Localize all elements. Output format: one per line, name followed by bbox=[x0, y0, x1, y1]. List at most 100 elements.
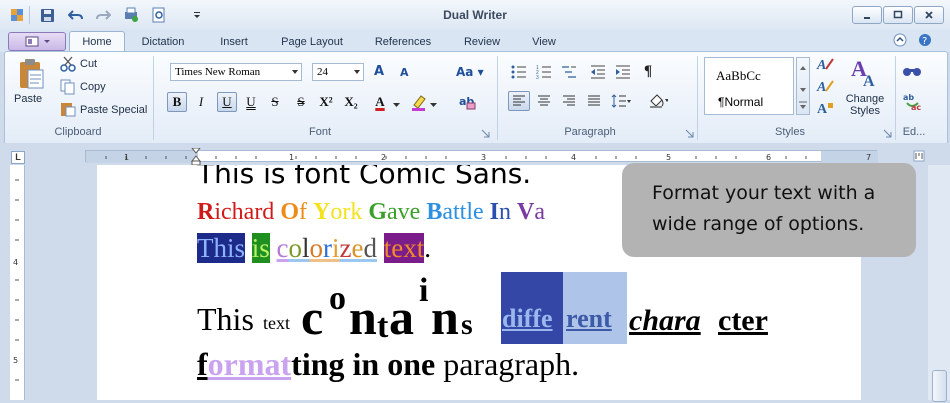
svg-text:4: 4 bbox=[13, 258, 18, 267]
style-gallery-scroll[interactable] bbox=[796, 57, 810, 115]
shading-icon[interactable] bbox=[648, 91, 668, 109]
clear-formatting-icon[interactable]: ab bbox=[458, 93, 476, 114]
bullets-icon[interactable] bbox=[509, 63, 529, 81]
font-color-dropdown-icon[interactable] bbox=[393, 99, 400, 111]
numbering-icon[interactable]: 123 bbox=[534, 63, 554, 81]
style-set-icon[interactable]: A bbox=[816, 55, 834, 76]
period: . bbox=[424, 233, 432, 263]
window-title: Dual Writer bbox=[443, 8, 507, 22]
copy-icon[interactable] bbox=[60, 79, 76, 98]
grow-font-button[interactable]: A bbox=[374, 64, 384, 79]
change-case-button[interactable]: Aa ▾ bbox=[456, 65, 484, 79]
subscript-button[interactable]: X₂ bbox=[341, 92, 361, 112]
double-underline-button[interactable]: U bbox=[241, 92, 261, 112]
rainbow-letter: V bbox=[516, 199, 535, 225]
minimize-ribbon-icon[interactable] bbox=[893, 33, 907, 50]
change-styles-button[interactable]: Change Styles bbox=[840, 93, 890, 117]
print-icon[interactable] bbox=[122, 6, 140, 24]
help-icon[interactable]: ? bbox=[918, 33, 932, 50]
rainbow-text: ave bbox=[387, 199, 427, 225]
replace-icon[interactable]: ab ac bbox=[903, 92, 921, 113]
cut-icon[interactable] bbox=[60, 56, 76, 75]
close-button[interactable] bbox=[914, 6, 944, 24]
double-strikethrough-button[interactable]: S bbox=[291, 92, 311, 112]
minimize-button[interactable] bbox=[852, 6, 882, 24]
change-styles-icon[interactable]: AA bbox=[851, 56, 879, 93]
horizontal-ruler[interactable]: 1 1 2 3 4 5 6 7 bbox=[85, 150, 878, 163]
tab-selector[interactable]: L bbox=[11, 151, 25, 164]
view-ruler-icon[interactable] bbox=[913, 150, 925, 165]
svg-text:3: 3 bbox=[536, 75, 539, 79]
scrollbar-thumb[interactable] bbox=[932, 370, 947, 402]
line4-big-n2: n bbox=[431, 289, 459, 345]
multilevel-list-icon[interactable] bbox=[559, 63, 579, 81]
tab-page-layout[interactable]: Page Layout bbox=[272, 33, 352, 51]
paste-icon[interactable] bbox=[17, 58, 45, 93]
paste-special-button[interactable]: Paste Special bbox=[80, 104, 147, 116]
rainbow-text: ichard bbox=[214, 199, 281, 225]
vertical-scrollbar[interactable] bbox=[928, 165, 950, 402]
increase-indent-icon[interactable] bbox=[613, 63, 633, 81]
superscript-button[interactable]: X² bbox=[316, 92, 336, 112]
paragraph-group-label: Paragraph bbox=[564, 126, 616, 138]
highlight-icon[interactable] bbox=[410, 93, 428, 114]
align-center-icon[interactable] bbox=[534, 92, 554, 110]
find-icon[interactable] bbox=[903, 64, 921, 81]
tab-insert[interactable]: Insert bbox=[207, 33, 261, 51]
font-color-button[interactable]: A bbox=[370, 92, 390, 112]
bold-button[interactable]: B bbox=[167, 92, 187, 112]
styles-dialog-launcher-icon[interactable] bbox=[883, 129, 892, 141]
cut-button[interactable]: Cut bbox=[80, 58, 97, 70]
line4-super-o: o bbox=[329, 280, 346, 317]
style-preview: AaBbCc bbox=[716, 68, 761, 83]
maximize-button[interactable] bbox=[883, 6, 913, 24]
paste-button[interactable]: Paste bbox=[14, 93, 42, 105]
vertical-ruler[interactable]: 4 5 bbox=[10, 165, 25, 400]
shrink-font-label: A bbox=[400, 66, 409, 79]
justify-icon[interactable] bbox=[584, 92, 604, 110]
copy-button[interactable]: Copy bbox=[80, 81, 106, 93]
color-letter: c bbox=[276, 233, 289, 263]
decrease-indent-icon[interactable] bbox=[588, 63, 608, 81]
tab-references[interactable]: References bbox=[365, 33, 441, 51]
style-normal[interactable]: ¶Normal bbox=[718, 95, 763, 109]
style-fonts-icon[interactable]: A bbox=[816, 99, 834, 120]
rainbow-letter: Y bbox=[312, 199, 331, 225]
line4-small: text bbox=[263, 313, 290, 333]
undo-icon[interactable] bbox=[67, 6, 85, 24]
align-left-button[interactable] bbox=[508, 91, 530, 111]
application-menu-button[interactable] bbox=[8, 32, 66, 51]
font-size-select[interactable]: 24 bbox=[312, 63, 364, 81]
print-preview-icon[interactable] bbox=[150, 6, 168, 24]
font-dialog-launcher-icon[interactable] bbox=[481, 129, 490, 141]
style-colors-icon[interactable]: A bbox=[816, 77, 834, 98]
line5-plain: paragraph. bbox=[435, 346, 580, 382]
svg-text:5: 5 bbox=[666, 153, 671, 162]
tab-review[interactable]: Review bbox=[454, 33, 510, 51]
paragraph-dialog-launcher-icon[interactable] bbox=[685, 129, 694, 141]
line-spacing-icon[interactable] bbox=[611, 92, 631, 110]
align-right-icon[interactable] bbox=[559, 92, 579, 110]
shrink-font-button[interactable]: A bbox=[400, 66, 409, 79]
svg-text:A: A bbox=[816, 80, 826, 95]
italic-button[interactable]: I bbox=[191, 92, 211, 112]
strikethrough-button[interactable]: S bbox=[265, 92, 285, 112]
line5-ormat: ormat bbox=[207, 346, 292, 382]
color-letter: z bbox=[339, 233, 352, 263]
change-case-label: Aa bbox=[456, 65, 474, 79]
tab-dictation[interactable]: Dictation bbox=[131, 33, 195, 51]
color-letter: l bbox=[302, 233, 310, 263]
colorized-word: colorized bbox=[277, 233, 377, 263]
save-icon[interactable] bbox=[38, 6, 56, 24]
styles-group-label: Styles bbox=[775, 126, 805, 138]
font-family-select[interactable]: Times New Roman bbox=[170, 63, 302, 81]
show-marks-button[interactable]: ¶ bbox=[638, 62, 658, 80]
redo-icon[interactable] bbox=[94, 6, 112, 24]
app-icon[interactable] bbox=[8, 6, 26, 24]
underline-button[interactable]: U bbox=[217, 92, 237, 112]
highlight-dropdown-icon[interactable] bbox=[430, 99, 437, 111]
tab-home[interactable]: Home bbox=[69, 31, 125, 52]
tab-view[interactable]: View bbox=[520, 33, 568, 51]
customize-toolbar-icon[interactable] bbox=[188, 6, 206, 24]
paste-special-icon[interactable] bbox=[60, 101, 76, 120]
